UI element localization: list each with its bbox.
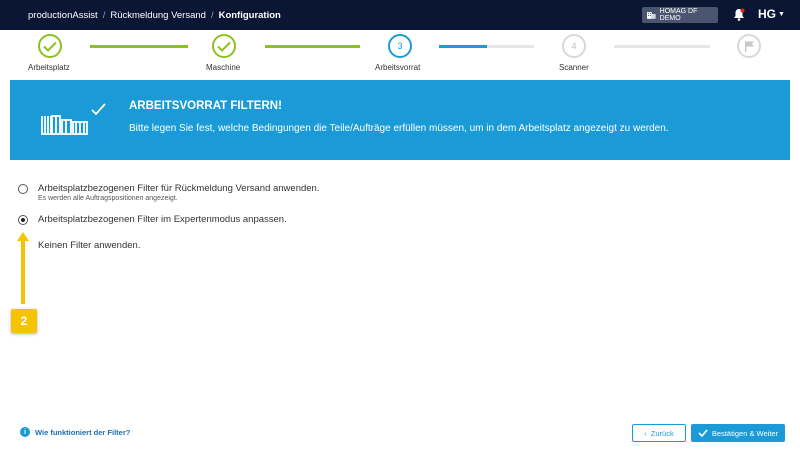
radio-expert-filter[interactable] xyxy=(18,215,28,225)
help-link-text: Wie funktioniert der Filter? xyxy=(35,427,131,437)
step-4-circle: 4 xyxy=(562,34,586,58)
breadcrumb-separator: / xyxy=(210,9,214,21)
step-3-circle: 3 xyxy=(388,34,412,58)
check-icon xyxy=(43,41,57,52)
step-4-label: Scanner xyxy=(559,63,589,72)
breadcrumb-app[interactable]: productionAssist xyxy=(28,10,98,21)
annotation-marker: 2 xyxy=(11,309,37,333)
bell-icon[interactable] xyxy=(733,8,745,21)
breadcrumb-separator: / xyxy=(102,9,106,21)
option-sublabel: Es werden alle Auftragspositionen angeze… xyxy=(38,195,178,202)
user-menu[interactable]: HG ▼ xyxy=(758,7,785,21)
parts-filter-icon xyxy=(41,103,106,135)
step-connector xyxy=(90,45,188,48)
banner-title: ARBEITSVORRAT FILTERN! xyxy=(129,100,282,112)
step-connector xyxy=(614,45,710,48)
breadcrumb-current: Konfiguration xyxy=(218,9,281,21)
check-icon xyxy=(698,429,708,437)
chevron-down-icon: ▼ xyxy=(778,10,785,18)
radio-workplace-filter[interactable] xyxy=(18,184,28,194)
option-label: Arbeitsplatzbezogenen Filter im Experten… xyxy=(38,214,287,225)
option-label: Keinen Filter anwenden. xyxy=(38,240,141,251)
annotation-arrow xyxy=(17,232,29,304)
filter-option-workplace[interactable]: Arbeitsplatzbezogenen Filter für Rückmel… xyxy=(18,183,319,202)
confirm-button-label: Bestätigen & Weiter xyxy=(711,428,779,438)
company-badge[interactable]: HOMAG DF DEMO xyxy=(642,7,718,23)
confirm-next-button[interactable]: Bestätigen & Weiter xyxy=(691,424,785,442)
building-icon xyxy=(647,12,656,19)
flag-icon xyxy=(744,41,754,52)
stepper: Arbeitsplatz Maschine 3 Arbeitsvorrat 4 … xyxy=(0,30,800,76)
step-1-label: Arbeitsplatz xyxy=(28,63,70,72)
filter-option-expert[interactable]: Arbeitsplatzbezogenen Filter im Experten… xyxy=(18,214,287,225)
back-button-label: Zurück xyxy=(650,428,674,438)
filter-option-none[interactable]: Keinen Filter anwenden. xyxy=(18,240,140,251)
company-name: HOMAG DF DEMO xyxy=(659,8,698,22)
step-1-circle xyxy=(38,34,62,58)
info-icon: i xyxy=(20,427,30,437)
step-2-circle xyxy=(212,34,236,58)
help-link[interactable]: i Wie funktioniert der Filter? xyxy=(20,427,130,437)
breadcrumb-section[interactable]: Rückmeldung Versand xyxy=(110,10,206,21)
banner-text: Bitte legen Sie fest, welche Bedingungen… xyxy=(129,123,669,134)
step-connector xyxy=(265,45,360,48)
step-2-label: Maschine xyxy=(206,63,241,72)
option-label: Arbeitsplatzbezogenen Filter für Rückmel… xyxy=(38,183,320,194)
hg-logo: HG xyxy=(758,7,776,21)
chevron-left-icon: ‹ xyxy=(644,428,647,438)
check-icon xyxy=(217,41,231,52)
back-button[interactable]: ‹ Zurück xyxy=(632,424,686,442)
top-bar: productionAssist / Rückmeldung Versand /… xyxy=(0,0,800,30)
breadcrumb: productionAssist / Rückmeldung Versand /… xyxy=(28,0,281,30)
step-3-label: Arbeitsvorrat xyxy=(375,63,421,72)
step-5-circle xyxy=(737,34,761,58)
step-connector-progress xyxy=(439,45,487,48)
info-banner: ARBEITSVORRAT FILTERN! Bitte legen Sie f… xyxy=(10,80,790,160)
